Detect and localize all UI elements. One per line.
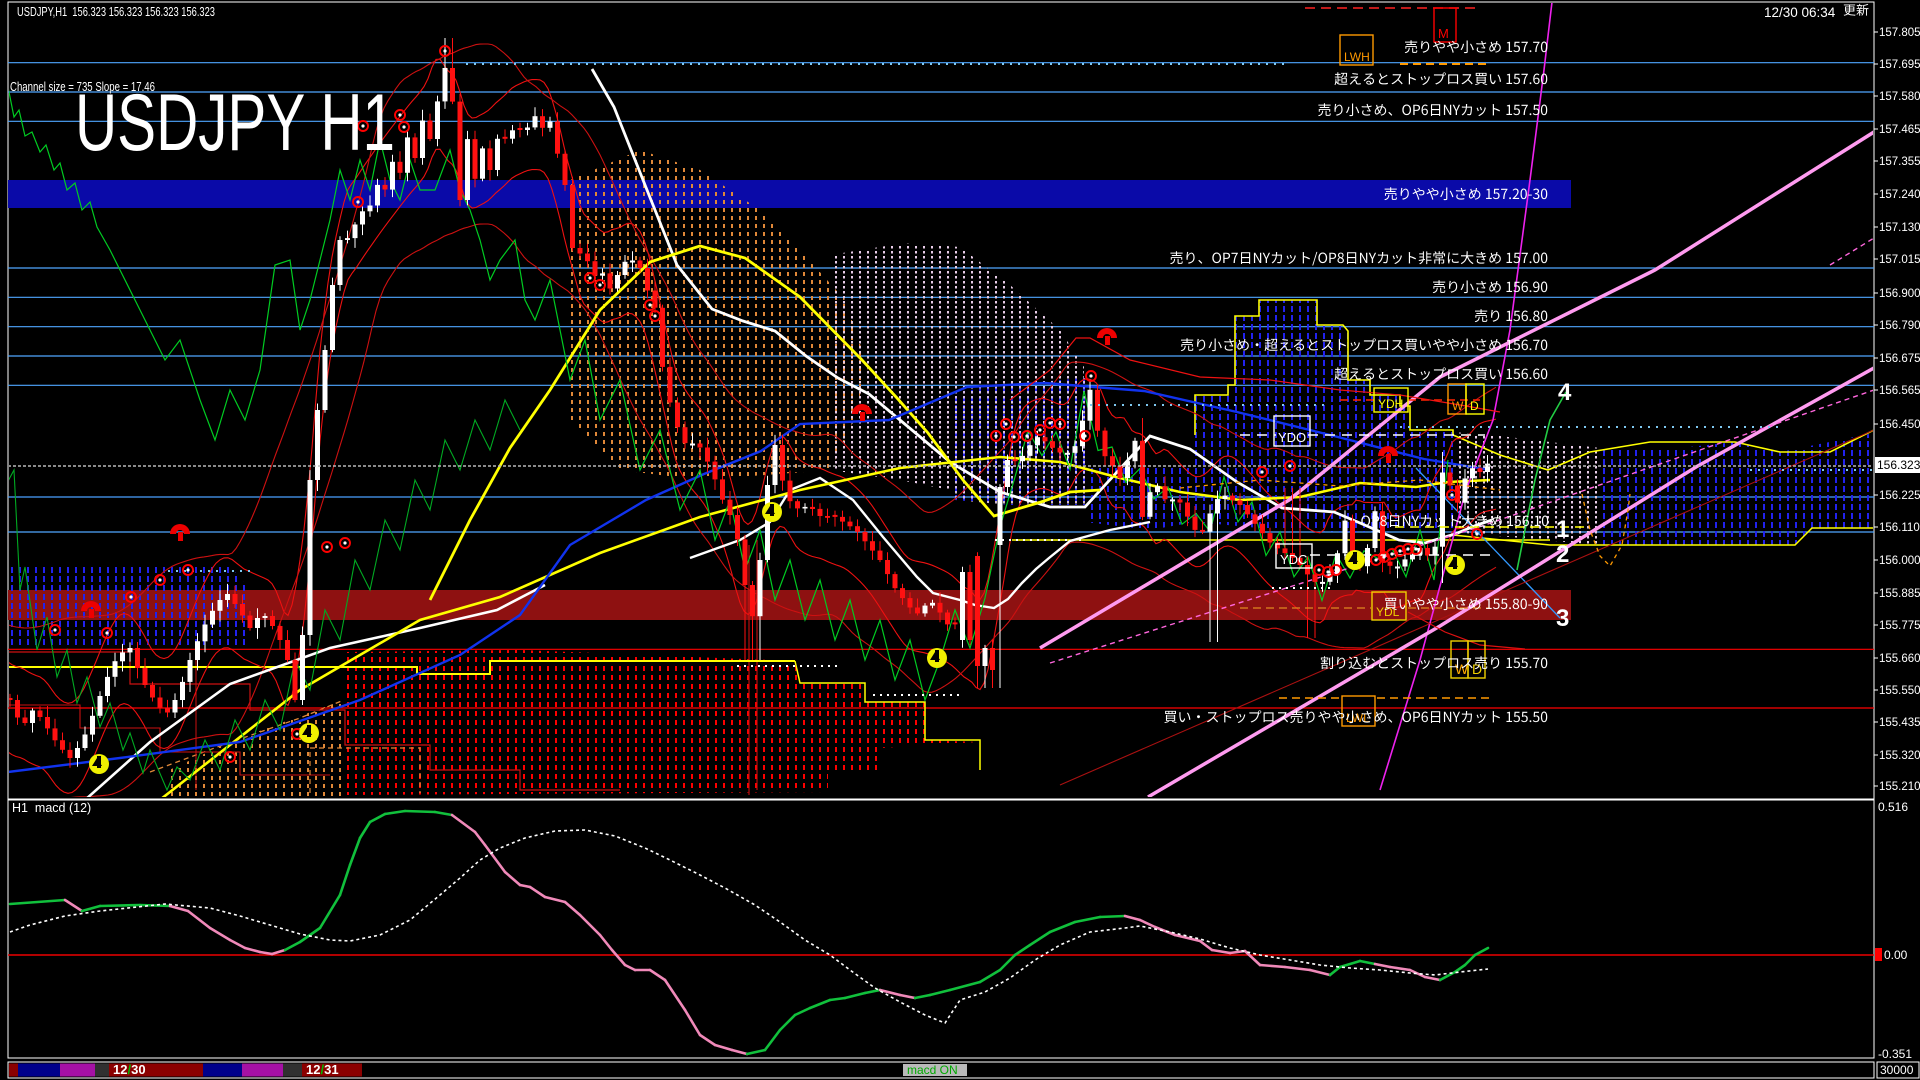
svg-text:YDH: YDH xyxy=(1378,397,1403,411)
svg-text:156.323: 156.323 xyxy=(1877,458,1920,472)
svg-text:12/30 06:34: 12/30 06:34 xyxy=(1764,5,1836,20)
svg-text:156.225: 156.225 xyxy=(1879,490,1920,502)
svg-text:0.00: 0.00 xyxy=(1884,948,1908,962)
svg-text:2: 2 xyxy=(1556,541,1569,568)
svg-text:-0.351: -0.351 xyxy=(1878,1047,1912,1061)
svg-text:157.015: 157.015 xyxy=(1879,254,1920,266)
svg-text:USDJPY H1: USDJPY H1 xyxy=(75,78,395,168)
svg-text:YDL: YDL xyxy=(1376,605,1400,619)
svg-text:157.355: 157.355 xyxy=(1879,156,1920,168)
svg-text:156.675: 156.675 xyxy=(1879,353,1920,365)
svg-text:157.130: 157.130 xyxy=(1879,222,1920,234)
svg-text:155.885: 155.885 xyxy=(1879,588,1920,600)
svg-text:YDO: YDO xyxy=(1278,430,1306,445)
svg-text:M: M xyxy=(1438,26,1449,41)
svg-text:157.580: 157.580 xyxy=(1879,91,1920,103)
svg-text:4: 4 xyxy=(1558,379,1572,406)
svg-text:155.210: 155.210 xyxy=(1879,781,1920,793)
svg-text:157.240: 157.240 xyxy=(1879,189,1920,201)
svg-text:W: W xyxy=(1452,399,1464,413)
svg-text:155.775: 155.775 xyxy=(1879,620,1920,632)
svg-text:157.695: 157.695 xyxy=(1879,59,1920,71)
svg-text:155.435: 155.435 xyxy=(1879,717,1920,729)
svg-text:1: 1 xyxy=(1556,516,1569,543)
svg-text:D: D xyxy=(1472,661,1482,677)
svg-text:156.790: 156.790 xyxy=(1879,320,1920,332)
svg-text:D: D xyxy=(1470,399,1479,413)
svg-text:LWH: LWH xyxy=(1344,50,1370,64)
svg-text:155.320: 155.320 xyxy=(1879,750,1920,762)
svg-text:USDJPY,H1 156.323 156.323 156: USDJPY,H1 156.323 156.323 156.323 156.32… xyxy=(17,4,215,19)
svg-text:12/30: 12/30 xyxy=(113,1062,146,1077)
svg-text:H1 macd (12): H1 macd (12) xyxy=(12,801,91,815)
svg-text:155.660: 155.660 xyxy=(1879,653,1920,665)
svg-text:156.110: 156.110 xyxy=(1879,522,1920,534)
svg-text:157.805: 157.805 xyxy=(1879,27,1920,39)
svg-text:0.516: 0.516 xyxy=(1878,800,1908,814)
svg-text:macd ON: macd ON xyxy=(907,1063,958,1077)
svg-text:YDC: YDC xyxy=(1280,552,1307,567)
svg-text:12/31: 12/31 xyxy=(306,1062,339,1077)
svg-text:30000: 30000 xyxy=(1880,1063,1914,1077)
svg-text:155.550: 155.550 xyxy=(1879,685,1920,697)
svg-text:156.900: 156.900 xyxy=(1879,288,1920,300)
svg-text:156.565: 156.565 xyxy=(1879,385,1920,397)
svg-text:156.000: 156.000 xyxy=(1879,555,1920,567)
svg-text:3: 3 xyxy=(1556,605,1569,632)
svg-text:156.450: 156.450 xyxy=(1879,419,1920,431)
svg-text:157.465: 157.465 xyxy=(1879,124,1920,136)
